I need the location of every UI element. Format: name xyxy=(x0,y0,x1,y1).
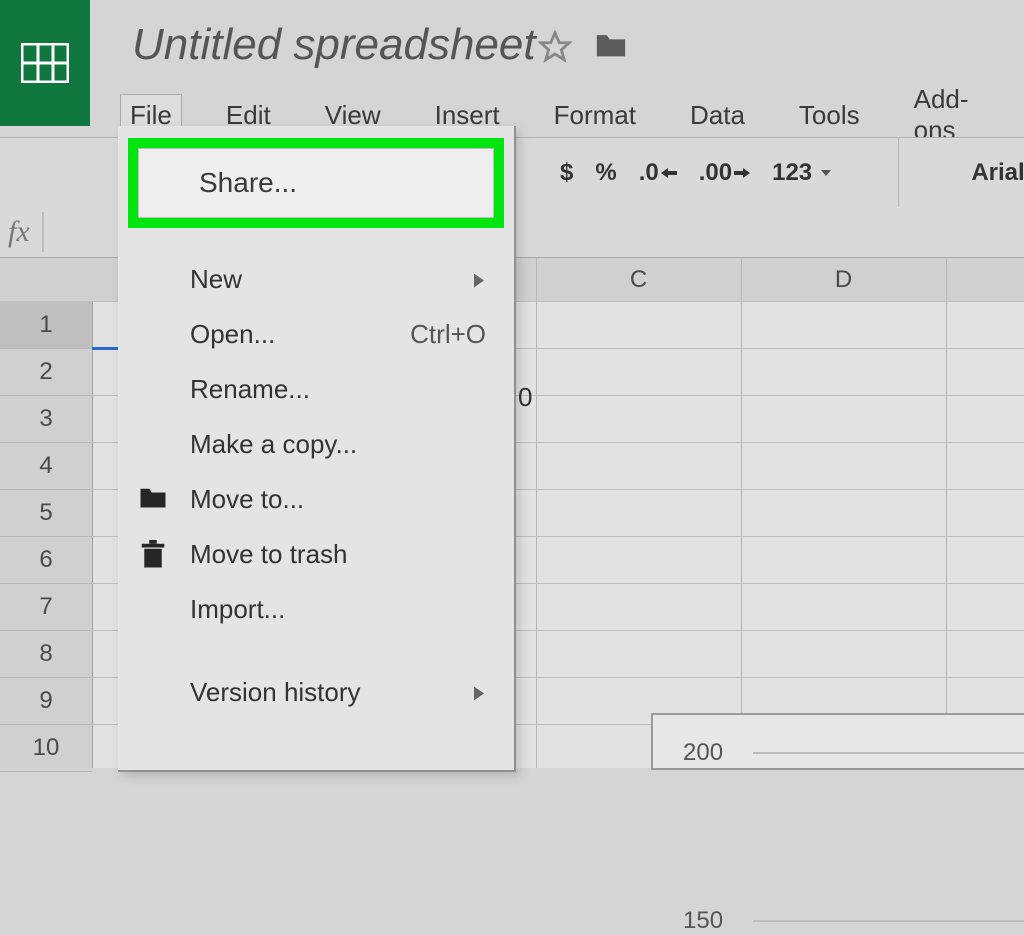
row-header-5[interactable]: 5 xyxy=(0,489,92,537)
menu-format[interactable]: Format xyxy=(544,94,646,141)
cell-value-b2: 0 xyxy=(518,382,532,413)
document-title[interactable]: Untitled spreadsheet xyxy=(132,20,536,70)
file-menu-open-label: Open... xyxy=(190,319,275,350)
chart-gridline xyxy=(753,752,1024,754)
format-percent-button[interactable]: % xyxy=(595,159,616,187)
file-menu-make-copy[interactable]: Make a copy... xyxy=(118,417,514,472)
row-headers: 1 2 3 4 5 6 7 8 9 10 xyxy=(0,301,93,768)
menu-data[interactable]: Data xyxy=(680,94,755,141)
submenu-arrow-icon xyxy=(472,264,486,295)
more-formats-button[interactable]: 123 xyxy=(772,159,832,187)
star-icon[interactable] xyxy=(538,30,572,69)
decrease-decimal-button[interactable]: .0 xyxy=(639,159,677,187)
file-menu-rename[interactable]: Rename... xyxy=(118,362,514,417)
increase-decimal-button[interactable]: .00 xyxy=(699,159,750,187)
arrow-left-icon xyxy=(661,168,677,178)
file-menu-move-to[interactable]: Move to... xyxy=(118,472,514,527)
menu-help[interactable]: Help xyxy=(1013,94,1024,141)
file-menu-move-to-trash-label: Move to trash xyxy=(190,539,348,570)
file-menu-import-label: Import... xyxy=(190,594,285,625)
fx-label: fx xyxy=(4,215,42,249)
file-menu-move-to-label: Move to... xyxy=(190,484,304,515)
file-menu-new[interactable]: New xyxy=(118,252,514,307)
file-menu-version-history-label: Version history xyxy=(190,677,361,708)
row-header-7[interactable]: 7 xyxy=(0,583,92,631)
file-menu-open[interactable]: Open... Ctrl+O xyxy=(118,307,514,362)
more-formats-label: 123 xyxy=(772,159,812,187)
file-menu-share[interactable]: Share... xyxy=(138,148,494,218)
caret-down-icon xyxy=(820,168,832,178)
row-header-8[interactable]: 8 xyxy=(0,630,92,678)
sheets-logo[interactable] xyxy=(0,0,90,126)
move-folder-icon[interactable] xyxy=(594,30,628,65)
y-tick-200: 200 xyxy=(683,739,723,767)
column-header-d[interactable]: D xyxy=(741,258,947,301)
arrow-right-icon xyxy=(734,168,750,178)
file-menu-version-history[interactable]: Version history xyxy=(118,665,514,720)
column-header-c[interactable]: C xyxy=(536,258,742,301)
file-menu-new-label: New xyxy=(190,264,242,295)
file-menu-make-copy-label: Make a copy... xyxy=(190,429,357,460)
row-header-10[interactable]: 10 xyxy=(0,724,92,772)
row-header-1[interactable]: 1 xyxy=(0,301,92,349)
submenu-arrow-icon xyxy=(472,677,486,708)
file-menu-dropdown: Share... New Open... Ctrl+O Rename... Ma… xyxy=(118,126,516,772)
folder-icon xyxy=(138,485,168,515)
row-header-2[interactable]: 2 xyxy=(0,348,92,396)
trash-icon xyxy=(138,540,168,570)
font-family-button[interactable]: Arial xyxy=(971,159,1024,187)
sheets-grid-icon xyxy=(21,43,69,83)
file-menu-rename-label: Rename... xyxy=(190,374,310,405)
format-currency-button[interactable]: $ xyxy=(560,159,573,187)
chart-gridline xyxy=(753,920,1024,922)
increase-decimal-label: .00 xyxy=(699,159,732,187)
decrease-decimal-label: .0 xyxy=(639,159,659,187)
file-menu-open-shortcut: Ctrl+O xyxy=(410,319,486,350)
file-menu-move-to-trash[interactable]: Move to trash xyxy=(118,527,514,582)
divider xyxy=(42,212,44,252)
row-header-6[interactable]: 6 xyxy=(0,536,92,584)
embedded-chart[interactable]: 200 150 xyxy=(651,713,1024,770)
row-header-3[interactable]: 3 xyxy=(0,395,92,443)
file-menu-import[interactable]: Import... xyxy=(118,582,514,637)
row-header-4[interactable]: 4 xyxy=(0,442,92,490)
share-highlight: Share... xyxy=(128,138,504,228)
row-header-9[interactable]: 9 xyxy=(0,677,92,725)
y-tick-150: 150 xyxy=(683,907,723,935)
menu-tools[interactable]: Tools xyxy=(789,94,870,141)
